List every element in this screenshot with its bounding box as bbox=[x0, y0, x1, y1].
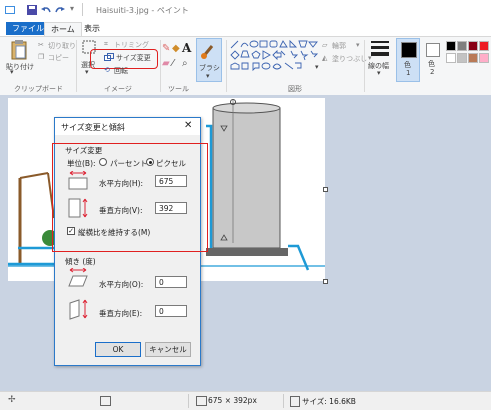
skew-horizontal-label: 水平方向(O): bbox=[99, 280, 144, 289]
svg-text:▾: ▾ bbox=[315, 63, 319, 71]
resize-icon bbox=[104, 53, 114, 61]
rotate-label: 回転 bbox=[114, 67, 128, 75]
group-separator bbox=[364, 40, 365, 92]
magnifier-icon[interactable]: ⌕ bbox=[182, 58, 188, 69]
shapes-gallery[interactable]: ▾ bbox=[229, 39, 323, 79]
window-title: Haisuiti-3.jpg - ペイント bbox=[96, 6, 189, 15]
cursor-position-icon: ✢ bbox=[8, 395, 16, 405]
crop-icon: ⌗ bbox=[104, 40, 108, 48]
palette-swatch[interactable] bbox=[468, 53, 478, 63]
text-tool-icon[interactable]: A bbox=[182, 41, 191, 55]
scissors-icon: ✂ bbox=[38, 41, 44, 49]
status-separator bbox=[283, 394, 284, 408]
group-separator bbox=[76, 40, 77, 92]
copy-label: コピー bbox=[48, 54, 69, 62]
status-bar: ✢ 675 × 392px サイズ: 16.6KB bbox=[0, 391, 491, 410]
image-size-icon bbox=[196, 396, 207, 406]
clipboard-group-label: クリップボード bbox=[14, 85, 63, 93]
color1-button[interactable]: 色 1 bbox=[396, 38, 420, 82]
pencil-icon[interactable]: ✎ bbox=[162, 43, 170, 54]
horizontal-skew-icon bbox=[68, 268, 88, 287]
color1-number: 1 bbox=[406, 69, 411, 77]
palette-swatch[interactable] bbox=[457, 41, 467, 51]
skew-section-label: 傾き (度) bbox=[65, 257, 96, 266]
skew-horizontal-input[interactable]: 0 bbox=[155, 276, 187, 288]
paste-button[interactable]: 貼り付け bbox=[4, 38, 34, 72]
fill-icon: ◭ bbox=[322, 54, 328, 62]
palette-swatch[interactable] bbox=[446, 53, 456, 63]
palette-swatch[interactable] bbox=[468, 41, 478, 51]
color2-swatch bbox=[426, 43, 440, 57]
shapes-group-label: 図形 bbox=[288, 85, 302, 93]
eraser-icon[interactable]: ▰ bbox=[162, 58, 170, 69]
status-separator bbox=[188, 394, 189, 408]
cut-label: 切り取り bbox=[48, 42, 76, 50]
paste-icon bbox=[11, 40, 27, 60]
color2-button[interactable]: 色 2 bbox=[423, 38, 443, 82]
fill-bucket-icon[interactable]: ◆ bbox=[172, 43, 180, 54]
image-group-label: イメージ bbox=[104, 85, 132, 93]
skew-vertical-label: 垂直方向(E): bbox=[99, 309, 143, 318]
brush-icon bbox=[201, 45, 214, 59]
line-width-button[interactable]: 線の幅 ▾ bbox=[368, 39, 392, 79]
customize-dropdown-icon[interactable]: ▾ bbox=[70, 4, 74, 13]
redo-icon[interactable] bbox=[54, 4, 66, 16]
line-width-icon bbox=[371, 41, 389, 43]
paint-app-icon bbox=[5, 6, 15, 14]
palette-swatch[interactable] bbox=[457, 53, 467, 63]
palette-swatch[interactable] bbox=[446, 41, 456, 51]
cancel-button[interactable]: キャンセル bbox=[145, 342, 191, 357]
resize-handle-corner[interactable] bbox=[323, 279, 328, 284]
paste-dropdown-icon[interactable]: ▾ bbox=[10, 68, 14, 76]
save-icon[interactable] bbox=[26, 4, 38, 16]
file-size-icon bbox=[290, 396, 300, 407]
copy-icon: ❐ bbox=[38, 53, 45, 61]
shape-fill-label: 塗りつぶし bbox=[332, 55, 368, 63]
skew-vertical-input[interactable]: 0 bbox=[155, 305, 187, 317]
shape-outline-label: 輪郭 bbox=[332, 42, 346, 50]
line-width-icon-bar bbox=[371, 46, 389, 49]
color-palette bbox=[446, 41, 490, 65]
group-separator bbox=[160, 40, 161, 92]
selection-size-icon bbox=[100, 396, 111, 406]
palette-swatch[interactable] bbox=[479, 41, 489, 51]
color2-number: 2 bbox=[430, 68, 435, 76]
line-width-dropdown-icon: ▾ bbox=[377, 69, 381, 77]
title-bar: ▾ Haisuiti-3.jpg - ペイント bbox=[0, 0, 491, 21]
color1-swatch bbox=[401, 42, 417, 58]
outline-dropdown-icon: ▾ bbox=[356, 41, 360, 49]
title-separator bbox=[82, 3, 83, 16]
ribbon-tabs: ファイル ホーム 表示 bbox=[0, 20, 491, 36]
rotate-icon: ⟲ bbox=[104, 66, 110, 74]
palette-swatch[interactable] bbox=[479, 53, 489, 63]
image-dimensions: 675 × 392px bbox=[208, 396, 257, 405]
resize-section-highlight-box bbox=[52, 143, 208, 252]
undo-icon[interactable] bbox=[40, 4, 52, 16]
line-width-icon-bar bbox=[371, 52, 389, 56]
brush-dropdown-icon: ▾ bbox=[206, 72, 210, 80]
vertical-skew-icon bbox=[69, 299, 88, 320]
dialog-title-bar: サイズ変更と傾斜 ✕ bbox=[55, 118, 200, 135]
dialog-title: サイズ変更と傾斜 bbox=[61, 123, 125, 132]
resize-label: サイズ変更 bbox=[116, 54, 151, 62]
tools-group-label: ツール bbox=[168, 85, 189, 93]
brush-button[interactable]: ブラシ ▾ bbox=[196, 38, 222, 82]
ok-button[interactable]: OK bbox=[95, 342, 141, 357]
outline-icon: ▱ bbox=[322, 41, 328, 49]
resize-handle-right[interactable] bbox=[323, 187, 328, 192]
file-size: サイズ: 16.6KB bbox=[302, 397, 356, 406]
close-icon[interactable]: ✕ bbox=[184, 120, 192, 131]
group-separator bbox=[226, 40, 227, 92]
tab-home[interactable]: ホーム bbox=[44, 22, 82, 36]
tab-view[interactable]: 表示 bbox=[78, 22, 106, 35]
select-dropdown-icon: ▾ bbox=[85, 68, 89, 76]
color-picker-icon[interactable]: ⁄ bbox=[172, 58, 174, 69]
